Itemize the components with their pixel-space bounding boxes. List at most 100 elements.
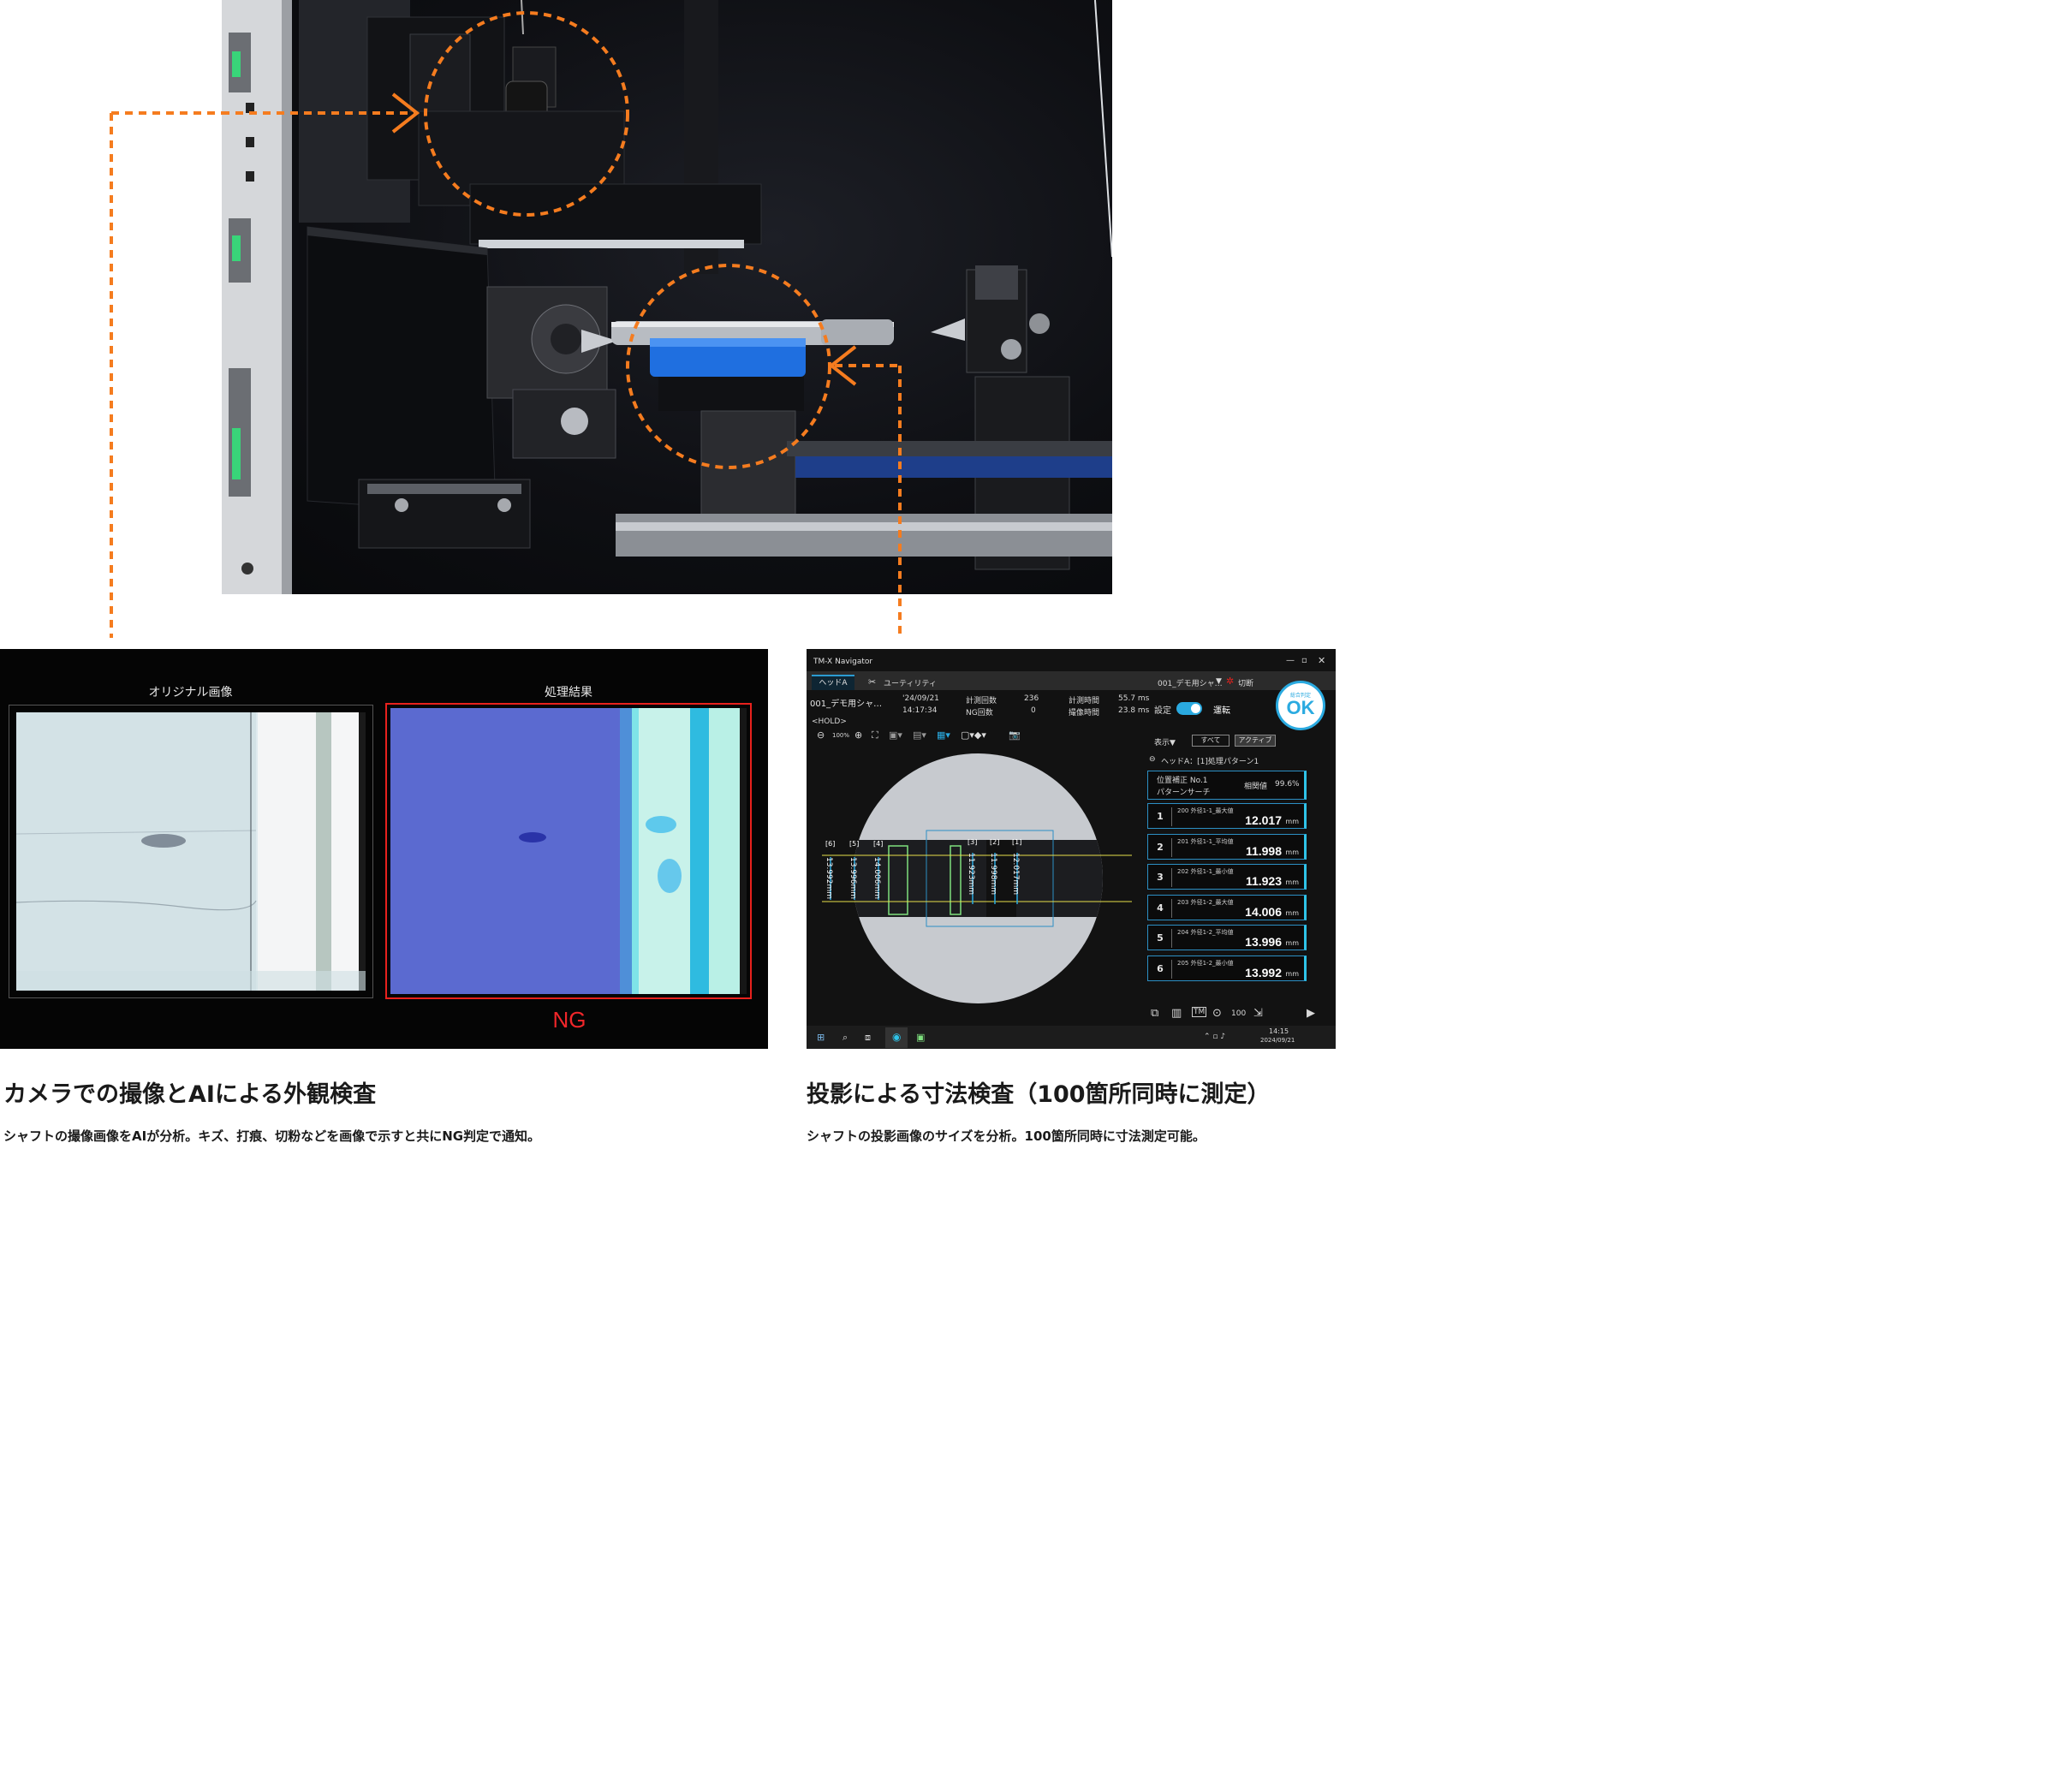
- measurement-name: 201 外径1-1_平均値: [1177, 837, 1234, 845]
- measurement-card[interactable]: 1 200 外径1-1_最大値 12.017 mm: [1147, 803, 1307, 829]
- layer-icon[interactable]: ▦▾: [937, 729, 950, 741]
- measurement-unit: mm: [1285, 848, 1299, 856]
- display-dropdown[interactable]: 表示▼: [1154, 736, 1176, 747]
- measurement-unit: mm: [1285, 969, 1299, 978]
- view-mode-icon[interactable]: ▣▾: [889, 729, 902, 741]
- filter-all-button[interactable]: すべて: [1192, 735, 1229, 747]
- overlay-icon[interactable]: ▤▾: [913, 729, 926, 741]
- program-select[interactable]: 001_デモ用シャ…: [1158, 677, 1223, 688]
- browser-icon: ◉: [892, 1031, 902, 1043]
- navigator-window: TM-X Navigator — ▫ ✕ ヘッドA ✂ ユーティリティ 001_…: [807, 649, 1336, 1049]
- hold-label: <HOLD>: [812, 717, 847, 726]
- zoom-out-icon[interactable]: ⊖: [817, 729, 825, 741]
- dim-tag-3: [3]: [968, 838, 977, 846]
- export-icon[interactable]: ⇲: [1253, 1007, 1263, 1020]
- dim-label-4: 14.006mm: [872, 857, 881, 899]
- position-card[interactable]: 位置補正 No.1 パターンサーチ 相関値 99.6%: [1147, 771, 1307, 800]
- measurement-separator: [1171, 837, 1172, 857]
- record-icon[interactable]: ⊙: [1212, 1007, 1222, 1020]
- disconnect-button[interactable]: 切断: [1238, 677, 1253, 688]
- measurement-unit: mm: [1285, 878, 1299, 886]
- measurement-index: 5: [1157, 932, 1164, 944]
- play-icon[interactable]: ▶: [1307, 1007, 1315, 1020]
- measurement-card[interactable]: 4 203 外径1-2_最大値 14.006 mm: [1147, 894, 1307, 920]
- maximize-icon[interactable]: ▫: [1301, 656, 1307, 665]
- measurement-separator: [1171, 959, 1172, 979]
- zoom-level: 100%: [832, 732, 850, 739]
- setting-label[interactable]: 設定: [1154, 703, 1171, 716]
- original-image-title: オリジナル画像: [148, 686, 233, 700]
- ng-count-value: 0: [1031, 706, 1036, 715]
- overall-result-value: OK: [1286, 697, 1315, 718]
- measurement-name: 204 外径1-2_平均値: [1177, 929, 1234, 936]
- measurement-unit: mm: [1285, 908, 1299, 917]
- right-caption-title: 投影による寸法検査（100箇所同時に測定）: [807, 1081, 1271, 1108]
- dim-label-6: 13.992mm: [825, 857, 833, 899]
- tm-zero-icon[interactable]: TM: [1192, 1007, 1207, 1017]
- measurement-card[interactable]: 5 204 外径1-2_平均値 13.996 mm: [1147, 925, 1307, 950]
- run-mode-toggle[interactable]: [1176, 702, 1202, 715]
- chevron-down-icon[interactable]: ▼: [1216, 677, 1222, 686]
- ai-inspection-screen: オリジナル画像 処理結果 NG: [0, 649, 768, 1049]
- dim-label-1: 12.017mm: [1011, 853, 1020, 895]
- measurement-unit: mm: [1285, 818, 1299, 825]
- measurement-card[interactable]: 6 205 外径1-2_最小値 13.992 mm: [1147, 955, 1307, 981]
- measurement-card[interactable]: 3 202 外径1-1_最小値 11.923 mm: [1147, 864, 1307, 890]
- fit-screen-icon[interactable]: ⛶: [872, 729, 878, 741]
- run-label[interactable]: 運転: [1213, 703, 1230, 716]
- dim-tag-2: [2]: [990, 838, 999, 846]
- filter-active-button[interactable]: アクティブ: [1235, 735, 1276, 747]
- dim-label-5: 13.996mm: [848, 857, 857, 899]
- measure-time-label: 計測時間: [1069, 697, 1100, 705]
- callout-connectors: [110, 111, 902, 638]
- left-caption-title: カメラでの撮像とAIによる外観検査: [3, 1081, 377, 1108]
- original-image: [15, 712, 366, 991]
- time-text: 14:17:34: [902, 706, 938, 715]
- corr-value: 99.6%: [1275, 780, 1300, 789]
- window-title: TM-X Navigator: [813, 658, 873, 666]
- camera-icon[interactable]: 📷: [1009, 729, 1021, 741]
- measurement-name: 202 外径1-1_最小値: [1177, 868, 1234, 875]
- measurement-separator: [1171, 868, 1172, 887]
- position-card-sub: パターンサーチ: [1157, 789, 1211, 797]
- counter-100[interactable]: 100: [1231, 1009, 1246, 1018]
- left-caption-desc: シャフトの撮像画像をAIが分析。キズ、打痕、切粉などを画像で示すと共にNG判定で…: [3, 1128, 541, 1144]
- right-caption-desc: シャフトの投影画像のサイズを分析。100箇所同時に寸法測定可能。: [807, 1128, 1206, 1144]
- tab-utility[interactable]: ユーティリティ: [884, 677, 937, 688]
- tools-icon: ✂: [868, 676, 877, 688]
- zoom-in-icon[interactable]: ⊕: [854, 729, 862, 741]
- taskbar-time: 14:15: [1269, 1027, 1289, 1035]
- measurement-index: 4: [1157, 902, 1164, 914]
- tool-icon[interactable]: ▢▾◆▾: [961, 729, 986, 741]
- result-image-frame: [385, 703, 752, 999]
- measurement-index: 3: [1157, 872, 1164, 883]
- windows-start-icon[interactable]: ⊞: [817, 1032, 825, 1043]
- measurement-card[interactable]: 2 201 外径1-1_平均値 11.998 mm: [1147, 833, 1307, 860]
- capture-time-value: 23.8 ms: [1118, 706, 1150, 715]
- measurement-unit: mm: [1285, 939, 1299, 947]
- collapse-icon[interactable]: ⊖: [1149, 755, 1156, 764]
- minimize-icon[interactable]: —: [1286, 656, 1295, 665]
- dim-label-3: 11.923mm: [967, 853, 975, 895]
- overall-result-badge: 総合判定 OK: [1276, 681, 1325, 730]
- corr-label: 相関値: [1244, 783, 1268, 791]
- count-value: 236: [1024, 694, 1039, 703]
- tab-head-a[interactable]: ヘッドA: [812, 675, 854, 690]
- head-pattern-label: ヘッドA：[1]処理パターン1: [1161, 758, 1259, 766]
- measurement-index: 2: [1157, 841, 1164, 853]
- dim-tag-4: [4]: [873, 840, 883, 848]
- measurement-value: 12.017: [1245, 813, 1282, 827]
- search-icon[interactable]: ⌕: [842, 1032, 848, 1044]
- close-icon[interactable]: ✕: [1318, 655, 1325, 666]
- trend-chart-icon[interactable]: ▥: [1171, 1007, 1182, 1020]
- program-name: 001_デモ用シャ…: [810, 700, 883, 709]
- image-history-icon[interactable]: ⧉: [1151, 1007, 1158, 1020]
- dim-label-2: 11.998mm: [989, 853, 997, 895]
- task-view-icon[interactable]: ⧈: [865, 1032, 871, 1044]
- taskbar-date: 2024/09/21: [1260, 1037, 1295, 1044]
- navigator-app-icon[interactable]: ▣: [916, 1032, 925, 1043]
- measurement-name: 200 外径1-1_最大値: [1177, 807, 1234, 814]
- tray-icons[interactable]: ⌃ ▫ ♪: [1204, 1033, 1225, 1041]
- result-image-title: 処理結果: [545, 686, 592, 700]
- count-label: 計測回数: [966, 697, 997, 705]
